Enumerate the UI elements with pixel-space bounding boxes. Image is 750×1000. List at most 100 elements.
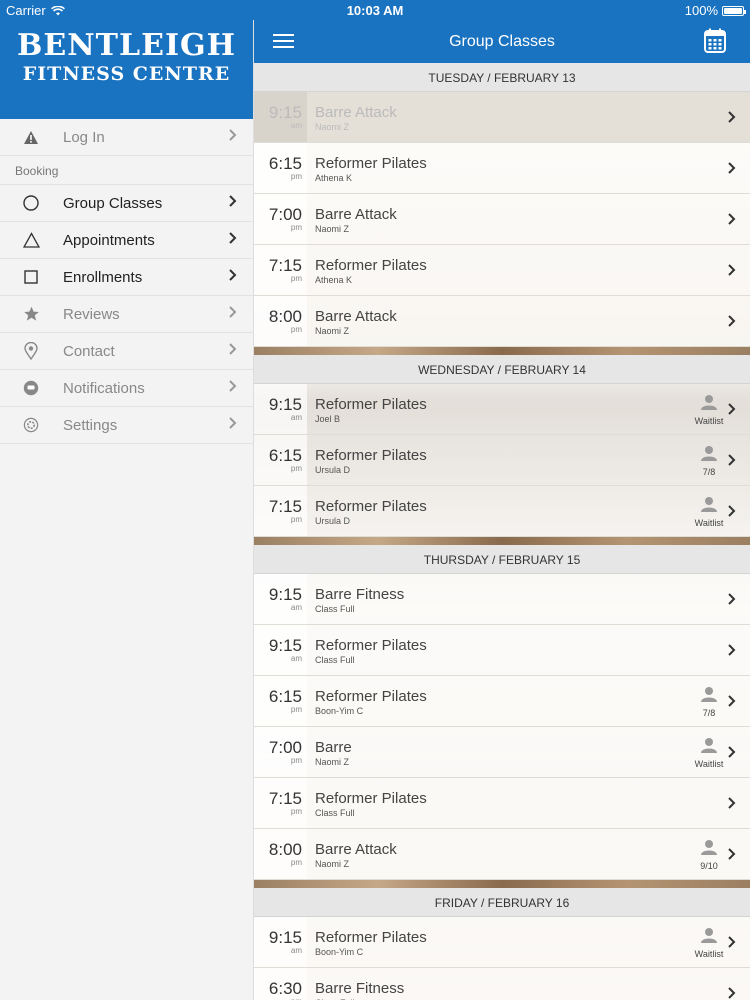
person-icon (692, 737, 726, 758)
person-icon (692, 394, 726, 415)
instructor-name: Athena K (315, 173, 353, 183)
instructor-name: Boon-Yim C (315, 706, 364, 716)
person-icon (692, 686, 726, 707)
brand-line-1: BENTLEIGH (17, 28, 236, 63)
sidebar-item-label: Enrollments (63, 268, 143, 286)
class-name: Barre Attack (315, 841, 397, 858)
instructor-name: Naomi Z (315, 326, 350, 336)
gear-icon (0, 417, 63, 433)
sidebar-item-group-classes[interactable]: Group Classes (0, 185, 253, 222)
class-row[interactable]: 8:00 pm Barre Attack Naomi Z (254, 296, 750, 347)
availability-label: Waitlist (694, 949, 724, 959)
sidebar-item-label: Contact (63, 342, 115, 360)
time-value: 8:00 (268, 307, 302, 326)
day-divider (254, 537, 750, 545)
nav-bar: Group Classes (254, 20, 750, 63)
chevron-right-icon (228, 379, 237, 398)
calendar-icon[interactable] (704, 28, 726, 58)
class-name: Reformer Pilates (315, 447, 427, 464)
warning-icon (0, 130, 63, 145)
sidebar-item-reviews[interactable]: Reviews (0, 296, 253, 333)
class-time: 7:15 pm (254, 245, 307, 295)
class-name: Reformer Pilates (315, 257, 427, 274)
chevron-right-icon (727, 110, 736, 129)
class-row[interactable]: 7:00 pm Barre Naomi Z Waitlist (254, 727, 750, 778)
time-ampm: pm (290, 172, 302, 181)
sidebar-item-label: Notifications (63, 379, 145, 397)
time-value: 9:15 (268, 928, 302, 947)
sidebar-item-contact[interactable]: Contact (0, 333, 253, 370)
sidebar-item-login[interactable]: Log In (0, 119, 253, 156)
class-row[interactable]: 7:00 pm Barre Attack Naomi Z (254, 194, 750, 245)
sidebar-item-label: Group Classes (63, 194, 163, 212)
chat-bubble-icon (0, 380, 63, 396)
class-time: 6:15 pm (254, 143, 307, 193)
clock: 10:03 AM (346, 3, 404, 18)
battery-status: 100% (685, 3, 746, 18)
chevron-right-icon (727, 935, 736, 954)
chevron-right-icon (727, 161, 736, 180)
page-title: Group Classes (449, 33, 555, 50)
availability-label: 9/10 (700, 861, 718, 871)
status-bar: Carrier 10:03 AM 100% (0, 0, 750, 20)
time-value: 7:15 (268, 497, 302, 516)
class-row[interactable]: 9:15 am Reformer Pilates Boon-Yim C Waitlist (254, 917, 750, 968)
class-row[interactable]: 6:15 pm Reformer Pilates Boon-Yim C 7/8 (254, 676, 750, 727)
sidebar-item-appointments[interactable]: Appointments (0, 222, 253, 259)
time-value: 7:15 (268, 789, 302, 808)
class-row[interactable]: 7:15 pm Reformer Pilates Ursula D Waitlist (254, 486, 750, 537)
class-row[interactable]: 6:15 pm Reformer Pilates Ursula D 7/8 (254, 435, 750, 486)
time-value: 6:30 (268, 979, 302, 998)
class-name: Reformer Pilates (315, 688, 427, 705)
class-row[interactable]: 8:00 pm Barre Attack Naomi Z 9/10 (254, 829, 750, 880)
time-ampm: pm (290, 705, 302, 714)
time-ampm: pm (290, 274, 302, 283)
class-row[interactable]: 9:15 am Reformer Pilates Class Full (254, 625, 750, 676)
instructor-name: Class Full (315, 655, 355, 665)
star-icon (0, 306, 63, 322)
chevron-right-icon (727, 402, 736, 421)
chevron-right-icon (228, 416, 237, 435)
class-row[interactable]: 6:15 pm Reformer Pilates Athena K (254, 143, 750, 194)
chevron-right-icon (727, 694, 736, 713)
availability-badge: Waitlist (692, 394, 726, 426)
sidebar-item-label: Reviews (63, 305, 120, 323)
chevron-right-icon (727, 745, 736, 764)
chevron-right-icon (228, 305, 237, 324)
class-time: 6:30pm (254, 968, 307, 1000)
sidebar-item-settings[interactable]: Settings (0, 407, 253, 444)
class-row[interactable]: 9:15 am Barre Fitness Class Full (254, 574, 750, 625)
class-time: 7:00 pm (254, 194, 307, 244)
availability-label: 7/8 (702, 708, 716, 718)
class-time: 9:15 am (254, 574, 307, 624)
class-row[interactable]: 7:15 pm Reformer Pilates Athena K (254, 245, 750, 296)
section-label-booking: Booking (0, 156, 253, 185)
day-header: THURSDAY / FEBRUARY 15 (254, 545, 750, 574)
availability-label: 7/8 (702, 467, 716, 477)
class-row[interactable]: 9:15 am Barre Attack Naomi Z (254, 92, 750, 143)
availability-label: Waitlist (694, 416, 724, 426)
availability-badge: 7/8 (692, 686, 726, 718)
availability-badge: Waitlist (692, 737, 726, 769)
class-row[interactable]: 7:15 pm Reformer Pilates Class Full (254, 778, 750, 829)
chevron-right-icon (727, 986, 736, 1000)
time-ampm: pm (290, 223, 302, 232)
day-header: FRIDAY / FEBRUARY 16 (254, 888, 750, 917)
brand-line-2: FITNESS CENTRE (22, 63, 231, 85)
sidebar-item-notifications[interactable]: Notifications (0, 370, 253, 407)
class-name: Barre Fitness (315, 586, 405, 603)
instructor-name: Class Full (315, 808, 355, 818)
time-ampm: pm (290, 756, 302, 765)
class-row[interactable]: 9:15 am Reformer Pilates Joel B Waitlist (254, 384, 750, 435)
sidebar-item-enrollments[interactable]: Enrollments (0, 259, 253, 296)
class-time: 8:00 pm (254, 829, 307, 879)
availability-label: Waitlist (694, 759, 724, 769)
class-time: 7:00 pm (254, 727, 307, 777)
time-ampm: pm (290, 858, 302, 867)
availability-badge: Waitlist (692, 927, 726, 959)
time-ampm: pm (290, 325, 302, 334)
class-row[interactable]: 6:30pmBarre FitnessClass Full (254, 968, 750, 1000)
class-schedule: TUESDAY / FEBRUARY 13 9:15 am Barre Attack N… (254, 63, 750, 1000)
sidebar: BENTLEIGH FITNESS CENTRE Log In Booking … (0, 0, 254, 1000)
chevron-right-icon (228, 194, 237, 213)
